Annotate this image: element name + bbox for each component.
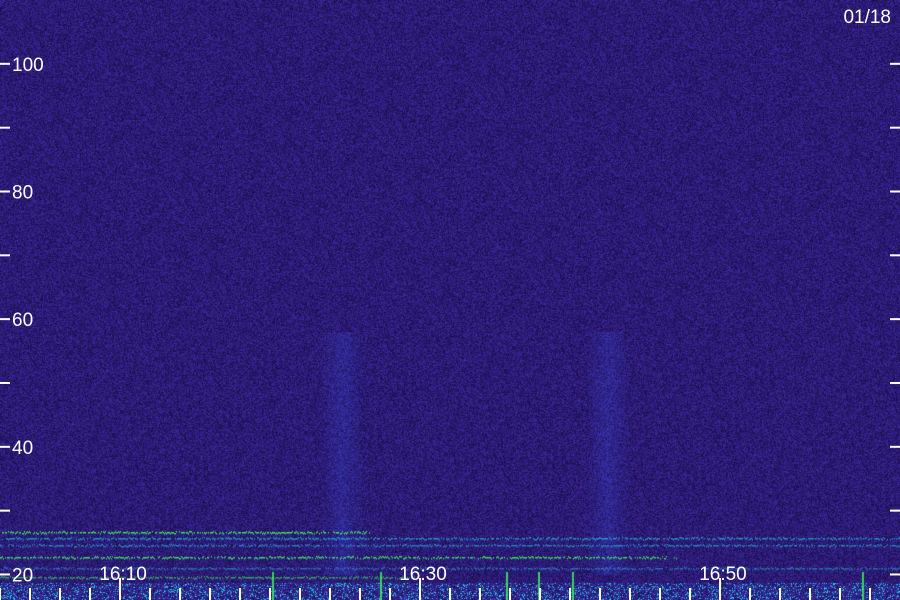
y-tick-label: 20: [12, 565, 33, 586]
y-axis-right: [890, 62, 900, 576]
axis-overlay: 20 40 60 80 100 16:10 16:30 16:50 01/18: [0, 7, 900, 600]
date-label: 01/18: [843, 7, 891, 28]
x-axis: 16:10 16:30 16:50: [0, 564, 871, 600]
x-tick-label: 16:50: [699, 564, 747, 585]
y-tick-label: 60: [12, 310, 33, 331]
y-axis-left: 20 40 60 80 100: [0, 55, 44, 586]
y-tick-label: 100: [12, 55, 44, 76]
x-tick-label: 16:30: [399, 564, 447, 585]
y-tick-label: 80: [12, 182, 33, 203]
spectrogram-view: 20 40 60 80 100 16:10 16:30 16:50 01/18: [0, 0, 900, 600]
y-tick-label: 40: [12, 438, 33, 459]
x-tick-label: 16:10: [99, 564, 147, 585]
